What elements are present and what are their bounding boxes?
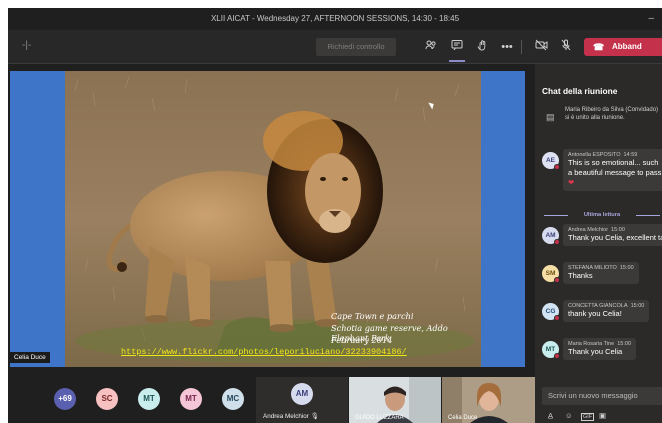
raise-hand-icon[interactable] xyxy=(474,39,490,55)
camera-off-icon[interactable] xyxy=(533,39,549,55)
participants-icon[interactable] xyxy=(423,39,439,55)
participant-avatar[interactable]: SC xyxy=(96,388,118,410)
participants-strip: +69 SC MT MT MC AM Andrea Melchior 🎙 GUI… xyxy=(8,375,535,423)
heart-emoji-icon: ❤ xyxy=(568,178,575,187)
more-options-icon[interactable]: ••• xyxy=(499,39,515,55)
chat-time: 15:00 xyxy=(630,303,645,309)
chat-message-avatar: AE xyxy=(542,152,560,170)
chat-text: Thank you Celia xyxy=(568,347,623,356)
chat-message-avatar: MT xyxy=(542,341,560,359)
last-read-divider: Ultima lettura xyxy=(542,210,662,220)
photo-caption-line-3: February 2014 xyxy=(331,335,393,345)
teams-window: XLII AICAT - Wednesday 27, AFTERNOON SES… xyxy=(8,8,662,423)
lion-photo-slide: Cape Town e parchi Schotia game reserve,… xyxy=(65,71,481,367)
leave-call-button[interactable]: ☎ Abband xyxy=(584,38,662,56)
minimize-button[interactable]: – xyxy=(648,8,654,30)
active-speaker-name: Andrea Melchior xyxy=(263,413,309,420)
chat-message-avatar: CG xyxy=(542,303,560,321)
person-joined-icon: ▤ xyxy=(546,112,555,122)
chat-message[interactable]: AE Antonella ESPOSITO 14:59 This is so e… xyxy=(542,149,662,191)
overflow-participants-button[interactable]: +69 xyxy=(54,388,76,410)
mic-off-icon: 🎙 xyxy=(310,413,319,420)
chat-time: 15:00 xyxy=(619,265,634,271)
chat-message-avatar: AM xyxy=(542,227,560,245)
meeting-toolbar: -|- Richiedi controllo ••• ☎ Abband xyxy=(8,30,662,64)
gif-icon[interactable]: GIF xyxy=(581,413,595,421)
participant-video-name: GUIDO LUZZARA xyxy=(355,415,404,421)
join-notification: Maria Ribeiro da Silva (Convidado) si è … xyxy=(565,107,659,121)
request-control-button[interactable]: Richiedi controllo xyxy=(316,38,396,56)
chat-message[interactable]: CG CONCETTA GIANCOLA 15:00 thank you Cel… xyxy=(542,300,650,322)
active-speaker-tile[interactable]: AM Andrea Melchior 🎙 xyxy=(256,377,348,423)
phone-hangup-icon: ☎ xyxy=(593,42,605,52)
mic-off-icon[interactable] xyxy=(558,39,574,55)
window-title: XLII AICAT - Wednesday 27, AFTERNOON SES… xyxy=(210,14,460,23)
chat-message-avatar: SM xyxy=(542,265,560,283)
meeting-chat-panel: Chat della riunione ▤ Maria Ribeiro da S… xyxy=(535,64,662,423)
emoji-icon[interactable]: ☺ xyxy=(565,411,573,420)
chat-text: thank you Celia! xyxy=(568,309,622,318)
chat-text: Thank you Celia, excellent talk! xyxy=(568,233,662,242)
participant-video-tile[interactable]: GUIDO LUZZARA xyxy=(349,377,441,423)
leave-call-label: Abband xyxy=(612,42,642,51)
shared-content-stage: Cape Town e parchi Schotia game reserve,… xyxy=(8,64,535,375)
meeting-timer-icon: -|- xyxy=(22,40,32,51)
chat-text: This is so emotional... such a beautiful… xyxy=(568,158,662,177)
participant-avatar[interactable]: MT xyxy=(138,388,160,410)
chat-text: Thanks xyxy=(568,271,593,280)
participant-video-name: Celia Duce xyxy=(448,415,478,421)
participant-avatar[interactable]: MT xyxy=(180,388,202,410)
chat-panel-title: Chat della riunione xyxy=(542,86,618,96)
participant-video-tile[interactable]: Celia Duce xyxy=(442,377,535,423)
screen-share: Cape Town e parchi Schotia game reserve,… xyxy=(10,71,525,367)
photo-caption-line-1: Cape Town e parchi xyxy=(331,311,414,321)
presenter-name-label: Celia Duce xyxy=(10,352,50,363)
title-bar: XLII AICAT - Wednesday 27, AFTERNOON SES… xyxy=(8,8,662,30)
toolbar-separator xyxy=(521,40,522,54)
chat-active-indicator xyxy=(449,60,465,62)
chat-message[interactable]: MT Maria Rosaria Tine 15:00 Thank you Ce… xyxy=(542,338,636,360)
participant-avatar[interactable]: MC xyxy=(222,388,244,410)
chat-message[interactable]: SM STEFANA MILIOTO 15:00 Thanks xyxy=(542,262,639,284)
chat-icon[interactable] xyxy=(449,39,465,55)
active-speaker-avatar: AM xyxy=(291,383,313,405)
photo-source-link[interactable]: https://www.flickr.com/photos/leporiluci… xyxy=(121,347,407,357)
sticker-icon[interactable]: ▣ xyxy=(599,411,606,420)
chat-compose-input[interactable]: Scrivi un nuovo messaggio xyxy=(542,387,662,405)
format-text-icon[interactable]: A̲ xyxy=(548,411,553,420)
chat-message[interactable]: AM Andrea Melchior 15:00 Thank you Celia… xyxy=(542,224,662,246)
